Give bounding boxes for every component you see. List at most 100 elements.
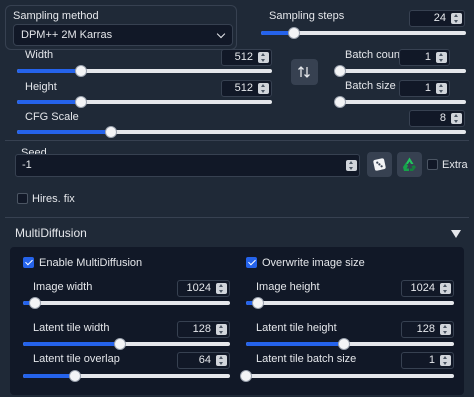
- sampling-steps-label: Sampling steps: [269, 10, 345, 22]
- extra-checkbox[interactable]: [427, 159, 438, 170]
- batch-size-value: 1: [424, 82, 431, 94]
- latent-tile-height-slider[interactable]: [246, 338, 454, 350]
- width-slider[interactable]: [17, 65, 272, 77]
- sampling-steps-value: 24: [433, 12, 446, 24]
- latent-tile-batch-size-slider[interactable]: [240, 370, 454, 382]
- latent-tile-height-input[interactable]: 128: [401, 321, 454, 338]
- image-height-input[interactable]: 1024: [401, 280, 454, 297]
- slider-thumb[interactable]: [337, 338, 350, 350]
- generation-settings-panel: Sampling method DPM++ 2M Karras Sampling…: [0, 0, 474, 397]
- enable-multidiffusion-checkbox[interactable]: [23, 257, 34, 268]
- batch-count-value: 1: [424, 51, 431, 63]
- batch-count-slider[interactable]: [334, 65, 466, 77]
- latent-tile-width-input[interactable]: 128: [177, 321, 230, 338]
- width-input[interactable]: 512: [221, 49, 272, 66]
- random-seed-button[interactable]: [367, 152, 392, 177]
- latent-tile-overlap-value: 64: [198, 354, 211, 366]
- seed-input[interactable]: -1: [15, 154, 360, 177]
- hires-fix-checkbox[interactable]: [17, 193, 28, 204]
- latent-tile-overlap-label: Latent tile overlap: [33, 353, 120, 365]
- slider-fill: [23, 342, 121, 346]
- height-slider[interactable]: [17, 96, 272, 108]
- swap-dimensions-button[interactable]: [291, 59, 318, 85]
- slider-thumb[interactable]: [74, 65, 87, 77]
- slider-thumb[interactable]: [334, 65, 346, 77]
- stepper-icon[interactable]: [258, 52, 269, 63]
- image-width-slider[interactable]: [23, 297, 230, 309]
- stepper-icon[interactable]: [216, 355, 227, 366]
- image-width-label: Image width: [33, 281, 93, 293]
- sampling-method-value: DPM++ 2M Karras: [21, 29, 113, 41]
- latent-tile-width-value: 128: [192, 323, 211, 335]
- stepper-icon[interactable]: [436, 52, 447, 63]
- swap-dimensions-icon: [298, 66, 310, 78]
- height-value: 512: [234, 82, 253, 94]
- stepper-icon[interactable]: [440, 324, 451, 335]
- latent-tile-width-label: Latent tile width: [33, 322, 110, 334]
- recycle-icon: [403, 157, 416, 171]
- image-height-label: Image height: [256, 281, 320, 293]
- slider-thumb[interactable]: [105, 126, 118, 138]
- latent-tile-height-label: Latent tile height: [256, 322, 337, 334]
- slider-thumb[interactable]: [240, 370, 252, 382]
- batch-size-input[interactable]: 1: [399, 80, 450, 97]
- enable-multidiffusion-label: Enable MultiDiffusion: [39, 257, 143, 269]
- slider-thumb[interactable]: [287, 27, 300, 39]
- latent-tile-batch-size-value: 1: [428, 354, 435, 366]
- overwrite-image-size-checkbox[interactable]: [246, 257, 257, 268]
- slider-fill: [17, 130, 112, 134]
- latent-tile-height-value: 128: [416, 323, 435, 335]
- height-input[interactable]: 512: [221, 80, 272, 97]
- cfg-scale-input[interactable]: 8: [409, 110, 465, 127]
- stepper-icon[interactable]: [216, 283, 227, 294]
- width-value: 512: [234, 51, 253, 63]
- stepper-icon[interactable]: [440, 283, 451, 294]
- latent-tile-width-slider[interactable]: [23, 338, 230, 350]
- slider-fill: [246, 342, 344, 346]
- slider-thumb[interactable]: [74, 96, 87, 108]
- latent-tile-overlap-input[interactable]: 64: [177, 352, 230, 369]
- batch-size-slider[interactable]: [334, 96, 466, 108]
- stepper-icon[interactable]: [216, 324, 227, 335]
- batch-count-input[interactable]: 1: [399, 49, 450, 66]
- multidiffusion-title[interactable]: MultiDiffusion: [15, 227, 87, 240]
- stepper-icon[interactable]: [436, 83, 447, 94]
- image-width-input[interactable]: 1024: [177, 280, 230, 297]
- extra-label: Extra: [442, 159, 468, 171]
- sampling-steps-slider[interactable]: [261, 27, 466, 39]
- stepper-icon[interactable]: [346, 160, 357, 171]
- stepper-icon[interactable]: [451, 113, 462, 124]
- chevron-down-icon: [216, 29, 226, 39]
- image-height-slider[interactable]: [246, 297, 454, 309]
- cfg-scale-label: CFG Scale: [25, 111, 79, 123]
- slider-fill: [17, 69, 81, 73]
- sampling-method-label: Sampling method: [13, 10, 99, 22]
- hires-fix-label: Hires. fix: [32, 193, 75, 205]
- latent-tile-batch-size-input[interactable]: 1: [401, 352, 454, 369]
- latent-tile-batch-size-label: Latent tile batch size: [256, 353, 357, 365]
- reuse-seed-button[interactable]: [397, 152, 422, 177]
- latent-tile-overlap-slider[interactable]: [23, 370, 230, 382]
- stepper-icon[interactable]: [451, 13, 462, 24]
- sampling-method-select[interactable]: DPM++ 2M Karras: [13, 24, 233, 46]
- image-height-value: 1024: [410, 282, 435, 294]
- seed-value: -1: [22, 159, 32, 171]
- batch-count-label: Batch count: [345, 49, 404, 61]
- stepper-icon[interactable]: [258, 83, 269, 94]
- multidiffusion-section: MultiDiffusion Enable MultiDiffusion Ove…: [5, 217, 469, 397]
- image-width-value: 1024: [186, 282, 211, 294]
- width-label: Width: [25, 49, 54, 61]
- cfg-scale-value: 8: [439, 112, 446, 124]
- triangle-down-icon[interactable]: [451, 230, 461, 238]
- height-label: Height: [25, 81, 57, 93]
- slider-thumb[interactable]: [68, 370, 81, 382]
- slider-fill: [17, 100, 81, 104]
- slider-thumb[interactable]: [334, 96, 346, 108]
- slider-fill: [23, 374, 75, 378]
- stepper-icon[interactable]: [440, 355, 451, 366]
- cfg-scale-slider[interactable]: [17, 126, 466, 138]
- sampling-steps-input[interactable]: 24: [409, 10, 465, 27]
- dice-icon: [373, 158, 386, 171]
- overwrite-image-size-label: Overwrite image size: [262, 257, 365, 269]
- batch-size-label: Batch size: [345, 80, 396, 92]
